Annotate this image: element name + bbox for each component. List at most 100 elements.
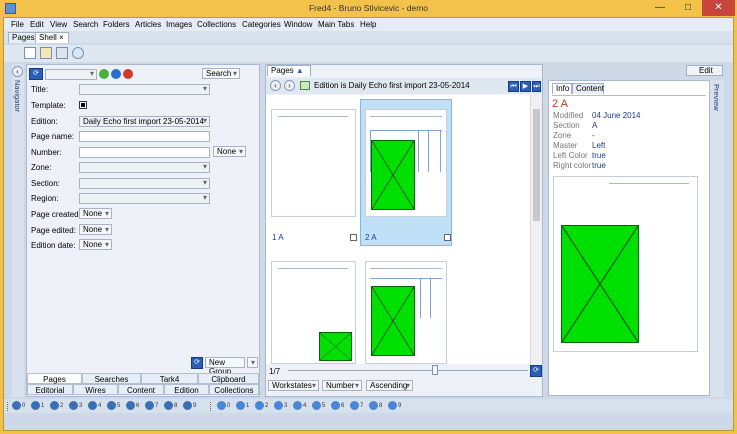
document-tabs: Pages Shell ×: [4, 31, 733, 43]
tab-pages-bottom[interactable]: Pages: [27, 373, 82, 384]
tab-collections[interactable]: Collections: [209, 384, 259, 395]
menu-file[interactable]: File: [11, 18, 24, 31]
edition-date-combo[interactable]: None: [79, 239, 112, 250]
vertical-scrollbar[interactable]: [530, 95, 542, 364]
add-icon[interactable]: [111, 69, 121, 79]
globe-icon[interactable]: [388, 401, 397, 410]
search-button[interactable]: Search: [202, 68, 240, 79]
user-icon[interactable]: [31, 401, 40, 410]
forward-icon[interactable]: ›: [284, 80, 295, 91]
user-icon[interactable]: [12, 401, 21, 410]
page-checkbox[interactable]: [444, 234, 451, 241]
globe-icon[interactable]: [274, 401, 283, 410]
menu-categories[interactable]: Categories: [242, 18, 281, 31]
refresh-icon[interactable]: [72, 47, 84, 59]
menu-main-tabs[interactable]: Main Tabs: [318, 18, 354, 31]
user-icon[interactable]: [183, 401, 192, 410]
page-name-input[interactable]: [79, 131, 210, 142]
preview-tab[interactable]: Preview: [712, 84, 721, 111]
maximize-button[interactable]: □: [674, 0, 702, 16]
tab-clipboard[interactable]: Clipboard: [198, 373, 259, 384]
tab-info[interactable]: Info: [552, 83, 572, 94]
scrollbar-thumb[interactable]: [533, 109, 540, 221]
user-icon[interactable]: [126, 401, 135, 410]
menu-images[interactable]: Images: [166, 18, 192, 31]
sort-field-combo[interactable]: Number: [322, 380, 362, 391]
apply-icon[interactable]: [99, 69, 109, 79]
page-created-combo[interactable]: None: [79, 208, 112, 219]
next-page-icon[interactable]: ▶: [520, 81, 531, 92]
tab-wires[interactable]: Wires: [73, 384, 118, 395]
collapse-left-icon[interactable]: ‹: [12, 66, 23, 77]
zone-combo[interactable]: [79, 162, 210, 173]
page-thumb[interactable]: [365, 109, 447, 217]
page-thumb[interactable]: [271, 261, 356, 364]
tab-shell-label: Shell: [39, 33, 57, 42]
title-combo[interactable]: [79, 84, 210, 95]
edit-tab[interactable]: Edit: [686, 65, 723, 76]
globe-icon[interactable]: [312, 401, 321, 410]
print-icon[interactable]: [56, 47, 68, 59]
first-page-icon[interactable]: ⏮: [508, 81, 519, 92]
menu-window[interactable]: Window: [284, 18, 312, 31]
edition-combo[interactable]: Daily Echo first import 23-05-2014: [79, 116, 210, 127]
template-checkbox[interactable]: [79, 101, 87, 109]
workstates-combo[interactable]: Workstates: [268, 380, 319, 391]
tab-content[interactable]: Content: [118, 384, 164, 395]
minimize-button[interactable]: —: [646, 0, 674, 16]
page-edited-combo[interactable]: None: [79, 224, 112, 235]
menu-search[interactable]: Search: [73, 18, 98, 31]
number-input[interactable]: [79, 147, 210, 158]
menu-articles[interactable]: Articles: [135, 18, 161, 31]
page-slider-track[interactable]: [288, 370, 528, 371]
pages-refresh-icon[interactable]: ⟳: [530, 365, 542, 377]
new-group-icon[interactable]: ⟳: [191, 357, 203, 369]
tab-content-info[interactable]: Content: [572, 83, 604, 94]
region-combo[interactable]: [79, 193, 210, 204]
user-icon[interactable]: [88, 401, 97, 410]
new-document-icon[interactable]: [24, 47, 36, 59]
page-thumb[interactable]: [365, 261, 447, 364]
tab-editorial[interactable]: Editorial: [27, 384, 73, 395]
globe-icon[interactable]: [217, 401, 226, 410]
globe-icon[interactable]: [255, 401, 264, 410]
user-icon[interactable]: [145, 401, 154, 410]
new-group-dropdown[interactable]: [247, 357, 258, 368]
close-button[interactable]: ✕: [702, 0, 735, 16]
navigator-tab[interactable]: Navigator: [13, 80, 22, 112]
user-icon[interactable]: [164, 401, 173, 410]
tab-shell[interactable]: Shell ×: [35, 32, 69, 43]
user-icon[interactable]: [69, 401, 78, 410]
user-icon[interactable]: [50, 401, 59, 410]
back-icon[interactable]: ‹: [270, 80, 281, 91]
menu-collections[interactable]: Collections: [197, 18, 236, 31]
menu-help[interactable]: Help: [360, 18, 376, 31]
pages-panel-tab[interactable]: Pages ▲ ×: [267, 65, 311, 85]
new-group-button[interactable]: New Group: [205, 357, 245, 376]
tab-edition[interactable]: Edition: [164, 384, 209, 395]
navigator-refresh-icon[interactable]: ⟳: [29, 68, 43, 80]
last-page-icon[interactable]: ⏭: [532, 81, 541, 92]
info-key: Zone: [553, 131, 572, 140]
user-icon[interactable]: [107, 401, 116, 410]
globe-icon[interactable]: [293, 401, 302, 410]
tab-tark4[interactable]: Tark4: [141, 373, 198, 384]
saved-search-combo[interactable]: [45, 69, 97, 80]
page-slider-thumb[interactable]: [432, 365, 438, 375]
sort-order-combo[interactable]: Ascending: [366, 380, 413, 391]
remove-icon[interactable]: [123, 69, 133, 79]
menu-folders[interactable]: Folders: [103, 18, 130, 31]
globe-icon[interactable]: [369, 401, 378, 410]
page-checkbox[interactable]: [350, 234, 357, 241]
page-thumb[interactable]: [271, 109, 356, 217]
globe-icon[interactable]: [350, 401, 359, 410]
section-combo[interactable]: [79, 178, 210, 189]
menu-edit[interactable]: Edit: [30, 18, 44, 31]
tab-searches[interactable]: Searches: [82, 373, 141, 384]
open-folder-icon[interactable]: [40, 47, 52, 59]
globe-icon[interactable]: [236, 401, 245, 410]
globe-icon[interactable]: [331, 401, 340, 410]
tab-close-icon[interactable]: ×: [59, 33, 64, 42]
menu-view[interactable]: View: [50, 18, 67, 31]
number-mode-combo[interactable]: None: [213, 146, 246, 157]
